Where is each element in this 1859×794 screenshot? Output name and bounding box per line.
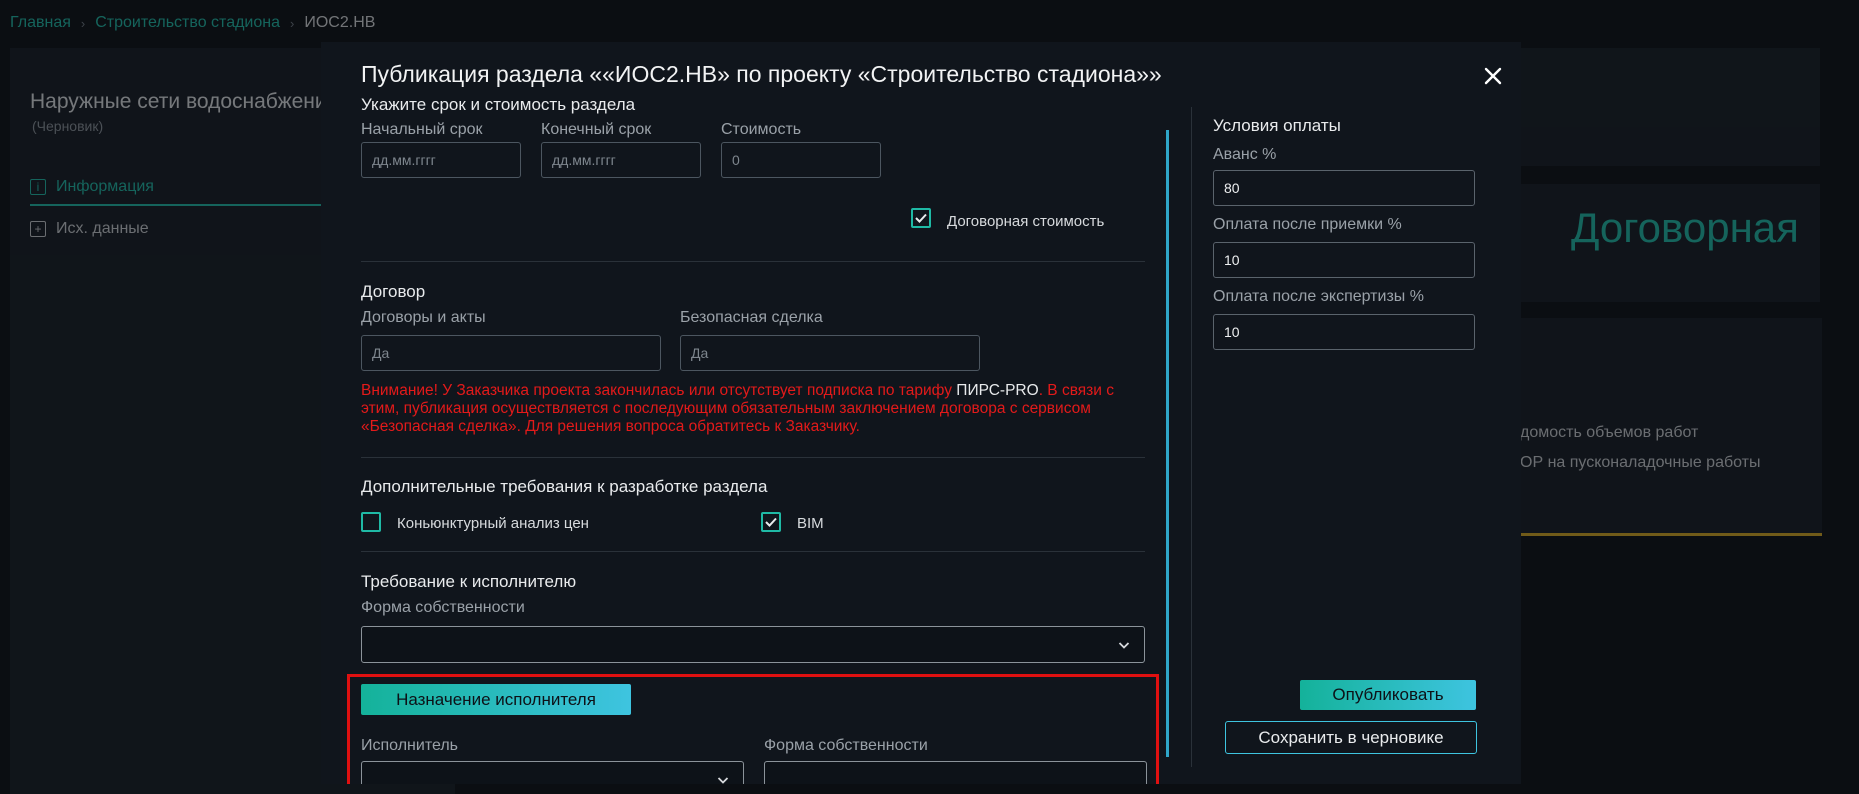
- chevron-down-icon: [717, 777, 729, 784]
- ownership-form-select[interactable]: [361, 626, 1145, 663]
- end-date-label: Конечный срок: [541, 121, 652, 138]
- breadcrumb-project[interactable]: Строительство стадиона: [95, 14, 280, 32]
- breadcrumb-home[interactable]: Главная: [10, 14, 71, 32]
- term-section-header: Укажите срок и стоимость раздела: [361, 95, 636, 114]
- document-item: домость объемов работ: [1520, 424, 1699, 441]
- breadcrumb: Главная › Строительство стадиона › ИОС2.…: [10, 14, 375, 32]
- after-acceptance-input[interactable]: 10: [1213, 242, 1475, 278]
- divider: [361, 551, 1145, 552]
- safe-deal-field[interactable]: Да: [680, 335, 980, 371]
- chevron-right-icon: ›: [290, 15, 295, 31]
- publish-button[interactable]: Опубликовать: [1300, 680, 1476, 710]
- close-icon[interactable]: [1479, 62, 1507, 90]
- warning-text: Внимание! У Заказчика проекта закончилас…: [361, 382, 957, 399]
- start-date-label: Начальный срок: [361, 121, 483, 138]
- plus-box-icon: +: [30, 221, 46, 237]
- chevron-right-icon: ›: [80, 15, 86, 31]
- background-card: [1520, 48, 1820, 166]
- breadcrumb-current: ИОС2.НВ: [304, 14, 376, 31]
- publication-form: Укажите срок и стоимость раздела Начальн…: [347, 95, 1168, 784]
- info-icon: i: [30, 179, 46, 195]
- assign-executor-button[interactable]: Назначение исполнителя: [361, 684, 631, 715]
- modal-title: Публикация раздела ««ИОС2.НВ» по проекту…: [361, 61, 1162, 87]
- documents-card: домость объемов работ ОР на пусконаладоч…: [1520, 318, 1822, 536]
- section-status: (Черновик): [32, 118, 104, 134]
- market-analysis-label: Коньюнктурный анализ цен: [397, 515, 589, 532]
- bim-label: BIM: [797, 515, 824, 532]
- executor-label: Исполнитель: [361, 737, 459, 754]
- market-analysis-checkbox[interactable]: [361, 512, 381, 532]
- payment-header: Условия оплаты: [1213, 116, 1341, 135]
- executor-select[interactable]: [361, 761, 744, 784]
- price-card: Договорная: [1520, 184, 1820, 302]
- divider: [361, 457, 1145, 458]
- after-expertise-label: Оплата после экспертизы %: [1213, 288, 1424, 305]
- start-date-input[interactable]: дд.мм.гггг: [361, 142, 521, 178]
- executor-requirements-header: Требование к исполнителю: [361, 572, 577, 591]
- chevron-down-icon: [1118, 642, 1130, 649]
- advance-label: Аванс %: [1213, 146, 1277, 163]
- after-expertise-input[interactable]: 10: [1213, 314, 1475, 350]
- advance-input[interactable]: 80: [1213, 170, 1475, 206]
- column-divider: [1191, 107, 1192, 767]
- after-acceptance-label: Оплата после приемки %: [1213, 216, 1402, 233]
- publish-modal: Публикация раздела ««ИОС2.НВ» по проекту…: [321, 42, 1521, 784]
- divider: [361, 261, 1145, 262]
- executor-ownership-label: Форма собственности: [764, 737, 928, 754]
- section-title: Наружные сети водоснабжения: [30, 90, 339, 113]
- extra-requirements-header: Дополнительные требования к разработке р…: [361, 477, 768, 496]
- subscription-warning: Внимание! У Заказчика проекта закончилас…: [361, 382, 1151, 436]
- negotiable-cost-checkbox[interactable]: [911, 208, 931, 228]
- check-icon: [765, 517, 777, 527]
- bim-checkbox[interactable]: [761, 512, 781, 532]
- contracts-acts-field[interactable]: Да: [361, 335, 661, 371]
- ownership-form-label: Форма собственности: [361, 599, 525, 616]
- tab-source-data[interactable]: + Исх. данные: [30, 220, 149, 238]
- save-draft-button[interactable]: Сохранить в черновике: [1225, 721, 1477, 754]
- warning-plan-name: ПИРС-PRO: [956, 382, 1039, 399]
- tab-source-data-label: Исх. данные: [56, 220, 149, 237]
- contract-header: Договор: [361, 282, 426, 301]
- negotiable-cost-label: Договорная стоимость: [947, 213, 1105, 230]
- check-icon: [915, 213, 927, 223]
- price-value: Договорная: [1571, 204, 1799, 251]
- tab-information-label: Информация: [56, 178, 154, 195]
- executor-ownership-field[interactable]: [764, 761, 1147, 784]
- end-date-input[interactable]: дд.мм.гггг: [541, 142, 701, 178]
- scrollbar-thumb[interactable]: [1166, 130, 1169, 757]
- cost-label: Стоимость: [721, 121, 802, 138]
- cost-input[interactable]: 0: [721, 142, 881, 178]
- document-item: ОР на пусконаладочные работы: [1520, 454, 1761, 471]
- contracts-acts-label: Договоры и акты: [361, 309, 486, 326]
- safe-deal-label: Безопасная сделка: [680, 309, 823, 326]
